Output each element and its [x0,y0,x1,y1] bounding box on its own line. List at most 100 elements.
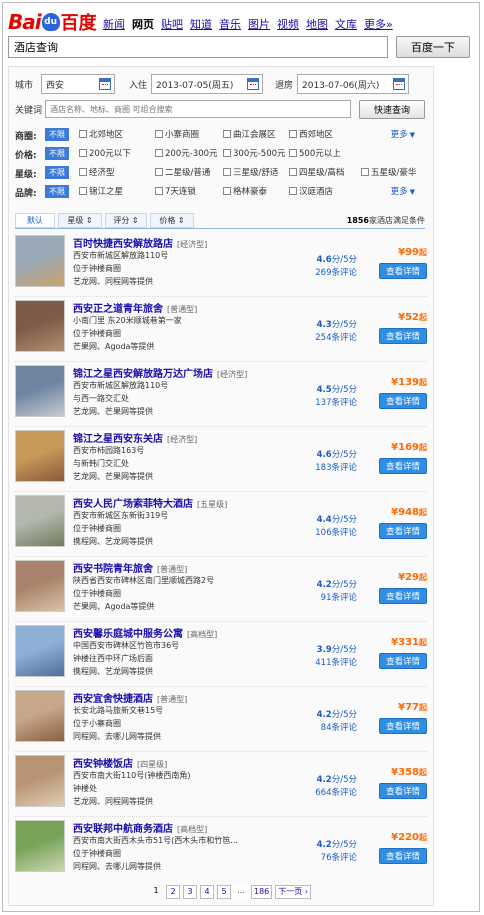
sort-price-tab[interactable]: 价格 ⇕ [150,213,194,228]
filter-option[interactable]: 200元以下 [79,147,131,159]
page-link[interactable]: 4 [200,885,214,899]
checkbox[interactable] [289,149,297,157]
filter-option[interactable]: 五星级/豪华 [361,166,416,178]
next-page-link[interactable]: 下一页 › [275,885,312,899]
hotel-reviews-link[interactable]: 76条评论 [287,851,357,863]
hotel-photo[interactable] [15,755,65,807]
filter-unlimited-option[interactable]: 不限 [45,128,69,141]
filter-unlimited-option[interactable]: 不限 [45,166,69,179]
hotel-name-link[interactable]: 西安钟楼饭店 [四星级] [73,755,167,770]
hotel-name-link[interactable]: 西安联邦中航商务酒店 [高档型] [73,820,207,835]
checkbox[interactable] [79,168,87,176]
hotel-reviews-link[interactable]: 664条评论 [287,786,357,798]
checkbox[interactable] [223,168,231,176]
calendar-icon[interactable] [393,78,405,90]
filter-option[interactable]: 500元以上 [289,147,341,159]
hotel-photo[interactable] [15,365,65,417]
sort-star-tab[interactable]: 星级 ⇕ [58,213,102,228]
filter-option[interactable]: 汉庭酒店 [289,185,333,197]
sort-default-tab[interactable]: 默认 [15,213,55,228]
hotel-reviews-link[interactable]: 137条评论 [287,396,357,408]
baidu-logo[interactable]: Bai du 百度 [8,10,97,34]
view-details-button[interactable]: 查看详情 [379,458,427,474]
filter-option[interactable]: 三星级/舒适 [223,166,278,178]
calendar-icon[interactable] [247,78,259,90]
hotel-reviews-link[interactable]: 411条评论 [287,656,357,668]
checkbox[interactable] [155,168,163,176]
checkbox[interactable] [223,130,231,138]
page-link[interactable]: 186 [251,885,273,899]
hotel-photo[interactable] [15,235,65,287]
checkbox[interactable] [79,130,87,138]
nav-link-4[interactable]: 音乐 [219,16,241,32]
filter-option[interactable]: 7天连锁 [155,185,196,197]
search-button[interactable]: 百度一下 [396,36,470,58]
view-details-button[interactable]: 查看详情 [379,588,427,604]
checkbox[interactable] [289,168,297,176]
filter-option[interactable]: 西郊地区 [289,128,333,140]
checkbox[interactable] [361,168,369,176]
filter-option[interactable]: 北郊地区 [79,128,123,140]
hotel-name-link[interactable]: 西安书院青年旅舍 [普通型] [73,560,187,575]
checkin-field[interactable]: 2013-07-05(周五) [151,74,263,94]
view-details-button[interactable]: 查看详情 [379,523,427,539]
nav-link-8[interactable]: 文库 [335,16,357,32]
view-details-button[interactable]: 查看详情 [379,328,427,344]
quick-search-button[interactable]: 快速查询 [359,99,425,119]
nav-link-0[interactable]: 新闻 [103,16,125,32]
hotel-reviews-link[interactable]: 106条评论 [287,526,357,538]
nav-link-5[interactable]: 图片 [248,16,270,32]
checkbox[interactable] [79,187,87,195]
filter-more-link[interactable]: 更多 ▼ [391,128,415,140]
search-input[interactable] [8,36,388,58]
filter-option[interactable]: 锦江之星 [79,185,123,197]
filter-option[interactable]: 曲江会展区 [223,128,276,140]
hotel-name-link[interactable]: 西安宜舍快捷酒店 [普通型] [73,690,187,705]
hotel-name-link[interactable]: 西安馨乐庭城中服务公寓 [高档型] [73,625,217,640]
checkbox[interactable] [155,130,163,138]
hotel-photo[interactable] [15,495,65,547]
filter-option[interactable]: 小寨商圈 [155,128,199,140]
city-field[interactable]: 西安 [41,74,115,94]
hotel-photo[interactable] [15,560,65,612]
checkbox[interactable] [79,149,87,157]
hotel-photo[interactable] [15,300,65,352]
filter-option[interactable]: 二星级/普通 [155,166,210,178]
hotel-name-link[interactable]: 西安正之道青年旅舍 [普通型] [73,300,197,315]
checkbox[interactable] [223,149,231,157]
checkbox[interactable] [289,187,297,195]
hotel-reviews-link[interactable]: 269条评论 [287,266,357,278]
hotel-photo[interactable] [15,690,65,742]
nav-link-3[interactable]: 知道 [190,16,212,32]
hotel-photo[interactable] [15,625,65,677]
hotel-reviews-link[interactable]: 84条评论 [287,721,357,733]
checkbox[interactable] [155,187,163,195]
checkbox[interactable] [155,149,163,157]
hotel-reviews-link[interactable]: 183条评论 [287,461,357,473]
filter-option[interactable]: 四星级/高档 [289,166,344,178]
filter-option[interactable]: 经济型 [79,166,115,178]
nav-link-2[interactable]: 贴吧 [161,16,183,32]
page-link[interactable]: 2 [166,885,180,899]
nav-link-9[interactable]: 更多» [364,16,393,32]
checkbox[interactable] [223,187,231,195]
filter-unlimited-option[interactable]: 不限 [45,185,69,198]
filter-unlimited-option[interactable]: 不限 [45,147,69,160]
filter-option[interactable]: 300元-500元 [223,147,286,159]
hotel-name-link[interactable]: 锦江之星西安解放路万达广场店 [经济型] [73,365,247,380]
page-link[interactable]: 3 [183,885,197,899]
hotel-name-link[interactable]: 锦江之星西安东关店 [经济型] [73,430,197,445]
calendar-icon[interactable] [99,78,111,90]
hotel-name-link[interactable]: 西安人民广场索菲特大酒店 [五星级] [73,495,227,510]
checkbox[interactable] [289,130,297,138]
filter-more-link[interactable]: 更多 ▼ [391,185,415,197]
hotel-photo[interactable] [15,430,65,482]
sort-rating-tab[interactable]: 评分 ⇕ [105,213,147,228]
nav-link-1[interactable]: 网页 [132,16,154,32]
view-details-button[interactable]: 查看详情 [379,718,427,734]
view-details-button[interactable]: 查看详情 [379,848,427,864]
hotel-reviews-link[interactable]: 91条评论 [287,591,357,603]
view-details-button[interactable]: 查看详情 [379,263,427,279]
keyword-input[interactable] [45,100,351,118]
page-link[interactable]: 1 [149,885,163,899]
